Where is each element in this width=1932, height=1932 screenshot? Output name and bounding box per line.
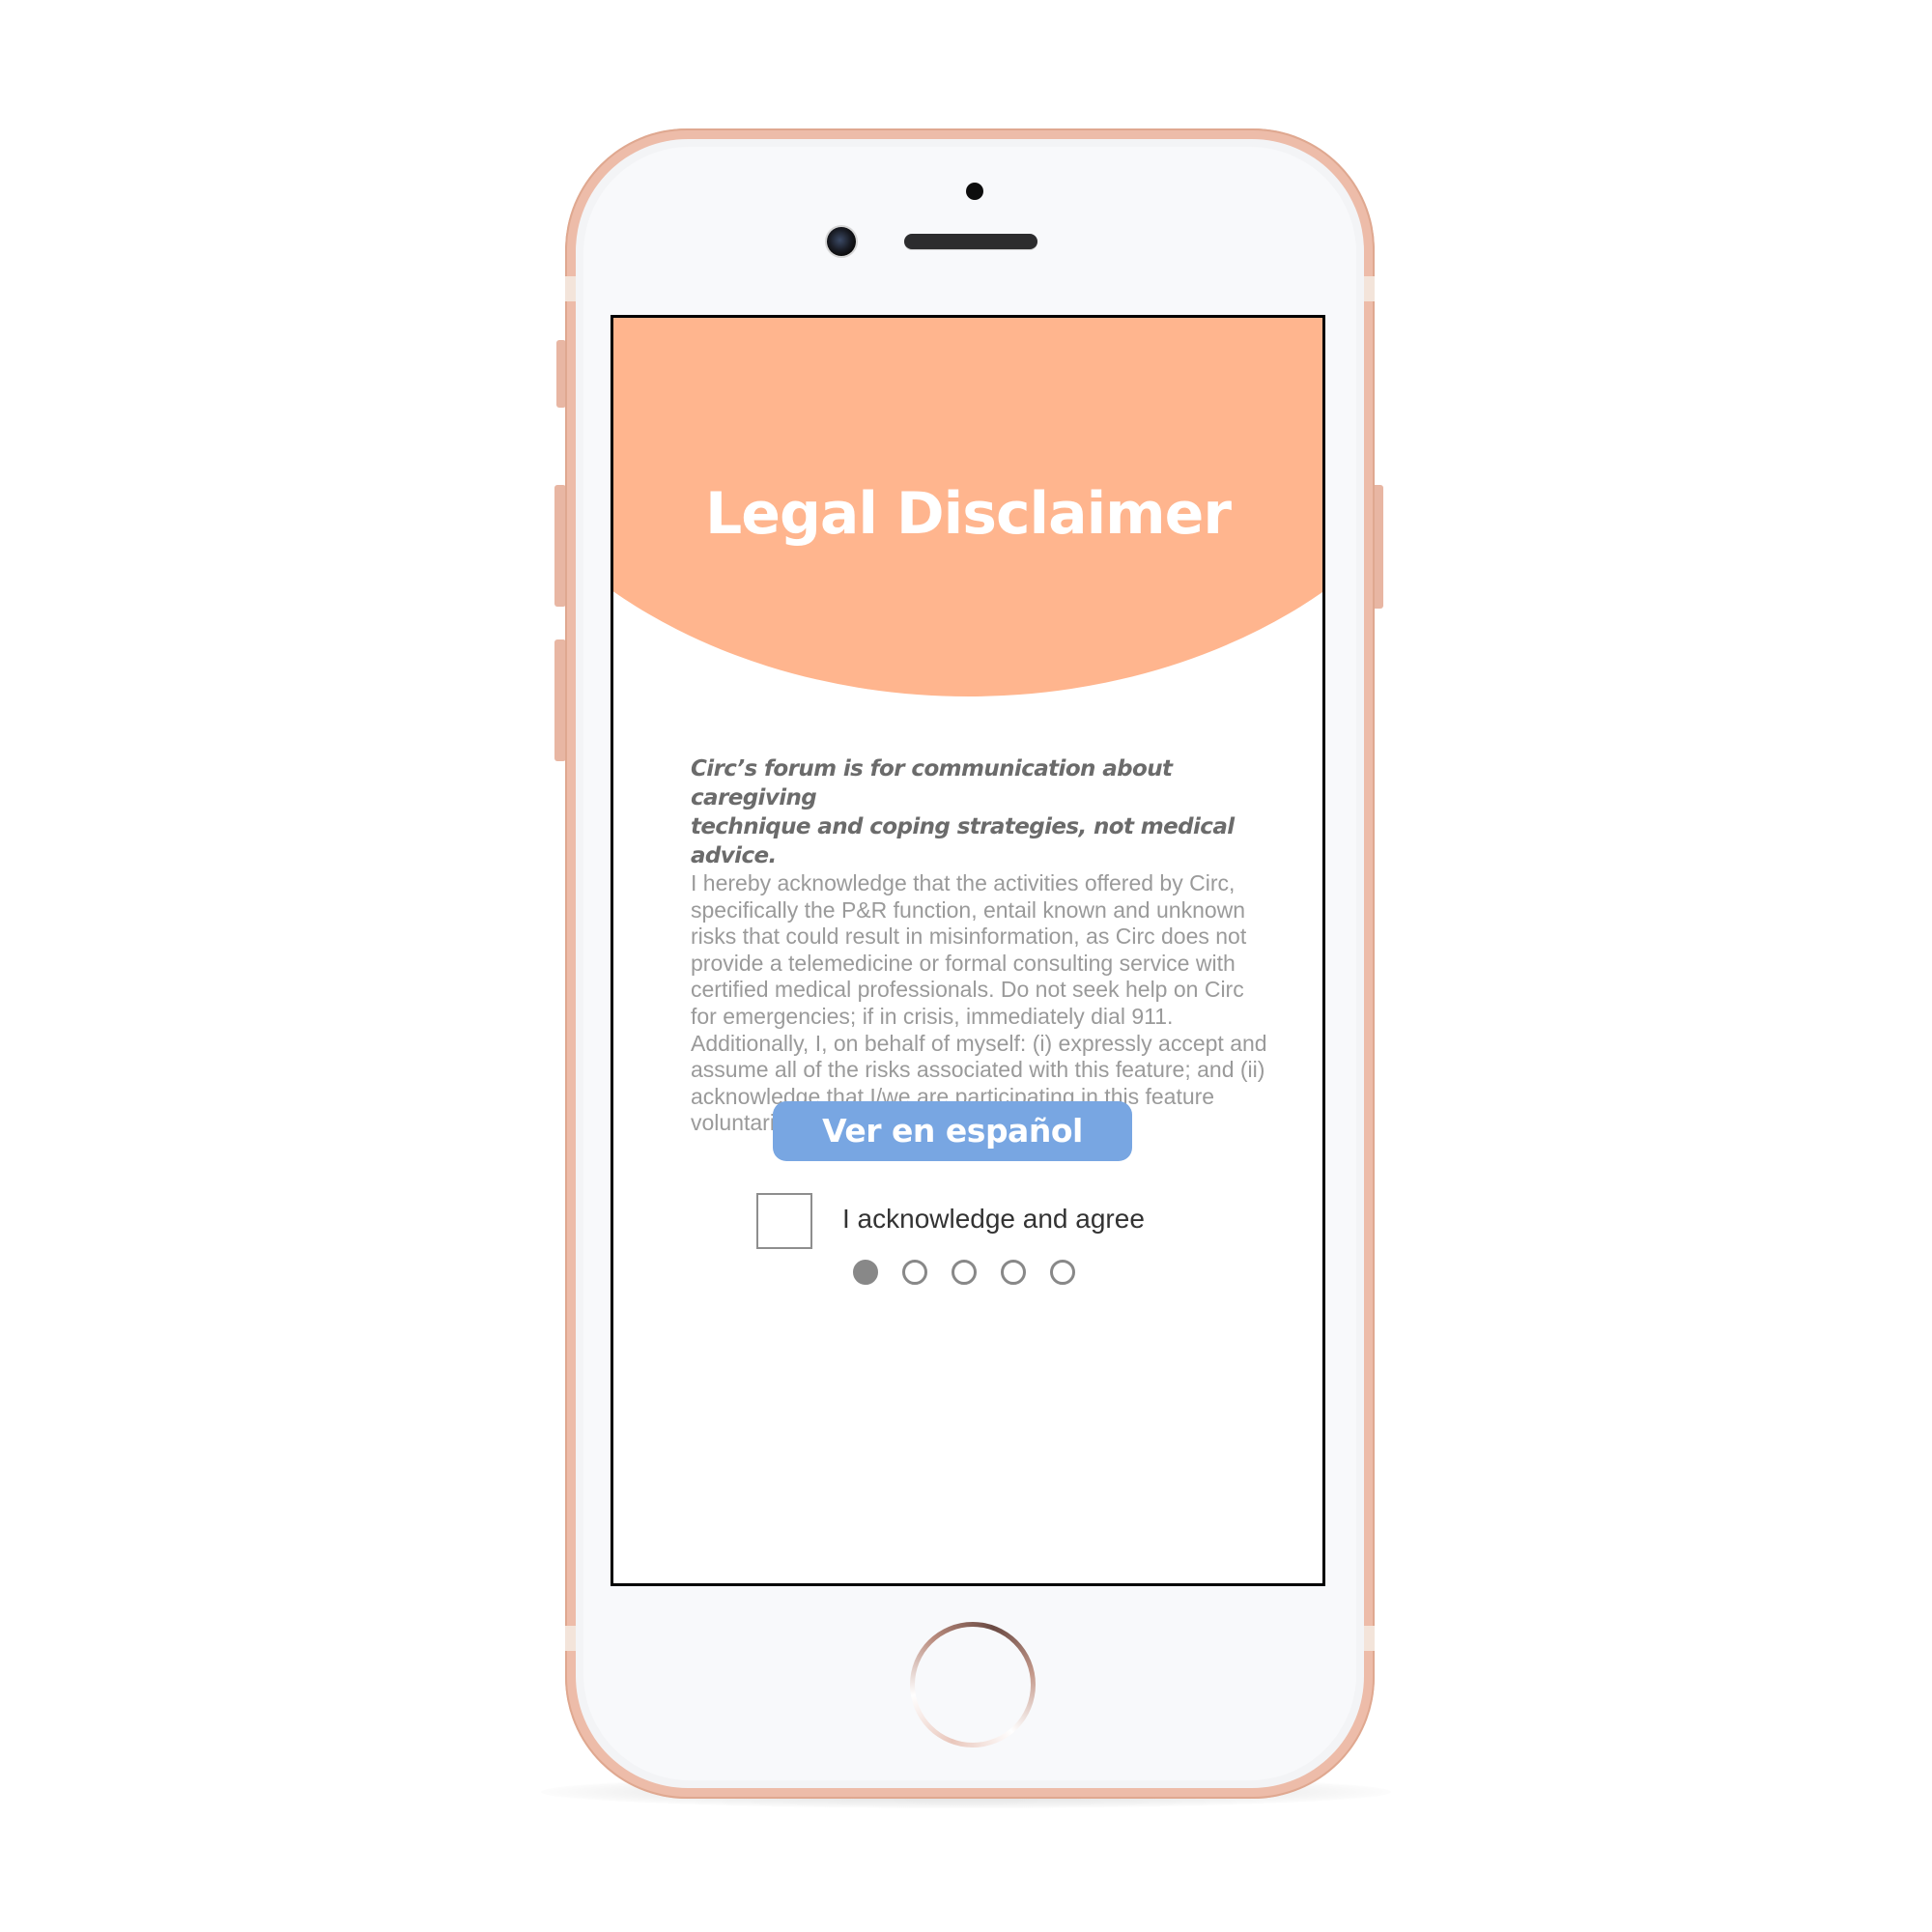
disclaimer-line: for emergencies; if in crisis, immediate… (691, 1003, 1174, 1029)
page-dot-1[interactable] (853, 1260, 878, 1285)
antenna-band (1364, 1626, 1375, 1651)
acknowledge-checkbox[interactable] (756, 1193, 812, 1249)
antenna-band (1364, 276, 1375, 301)
earpiece-speaker (904, 234, 1037, 249)
page-dot-3[interactable] (952, 1260, 977, 1285)
disclaimer-paragraph: I hereby acknowledge that the activities… (691, 870, 1290, 1137)
page-dot-5[interactable] (1050, 1260, 1075, 1285)
disclaimer-line: risks that could result in misinformatio… (691, 923, 1247, 950)
disclaimer-line: provide a telemedicine or formal consult… (691, 950, 1236, 976)
disclaimer-text: Circ’s forum is for communication about … (691, 754, 1290, 1137)
device-mockup: Legal Disclaimer Circ’s forum is for com… (0, 0, 1932, 1932)
disclaimer-line: I hereby acknowledge that the activities… (691, 870, 1236, 895)
page-dot-4[interactable] (1001, 1260, 1026, 1285)
home-button-icon[interactable] (910, 1622, 1036, 1747)
proximity-sensor (966, 183, 983, 200)
antenna-band (565, 276, 576, 301)
page-title: Legal Disclaimer (705, 480, 1232, 548)
page-dot-2[interactable] (902, 1260, 927, 1285)
disclaimer-line: assume all of the risks associated with … (691, 1057, 1265, 1083)
view-in-spanish-button[interactable]: Ver en español (773, 1101, 1132, 1161)
app-screen: Legal Disclaimer Circ’s forum is for com… (611, 315, 1325, 1586)
disclaimer-lead-line: Circ’s forum is for communication about … (691, 756, 1173, 810)
front-camera-icon (827, 227, 856, 256)
antenna-band (565, 1626, 576, 1651)
disclaimer-line: specifically the P&R function, entail kn… (691, 896, 1246, 923)
disclaimer-line: certified medical professionals. Do not … (691, 977, 1244, 1003)
disclaimer-lead-line: technique and coping strategies, not med… (691, 814, 1235, 868)
disclaimer-line: Additionally, I, on behalf of myself: (i… (691, 1030, 1267, 1056)
acknowledge-label[interactable]: I acknowledge and agree (842, 1202, 1145, 1236)
disclaimer-lead: Circ’s forum is for communication about … (691, 754, 1290, 870)
